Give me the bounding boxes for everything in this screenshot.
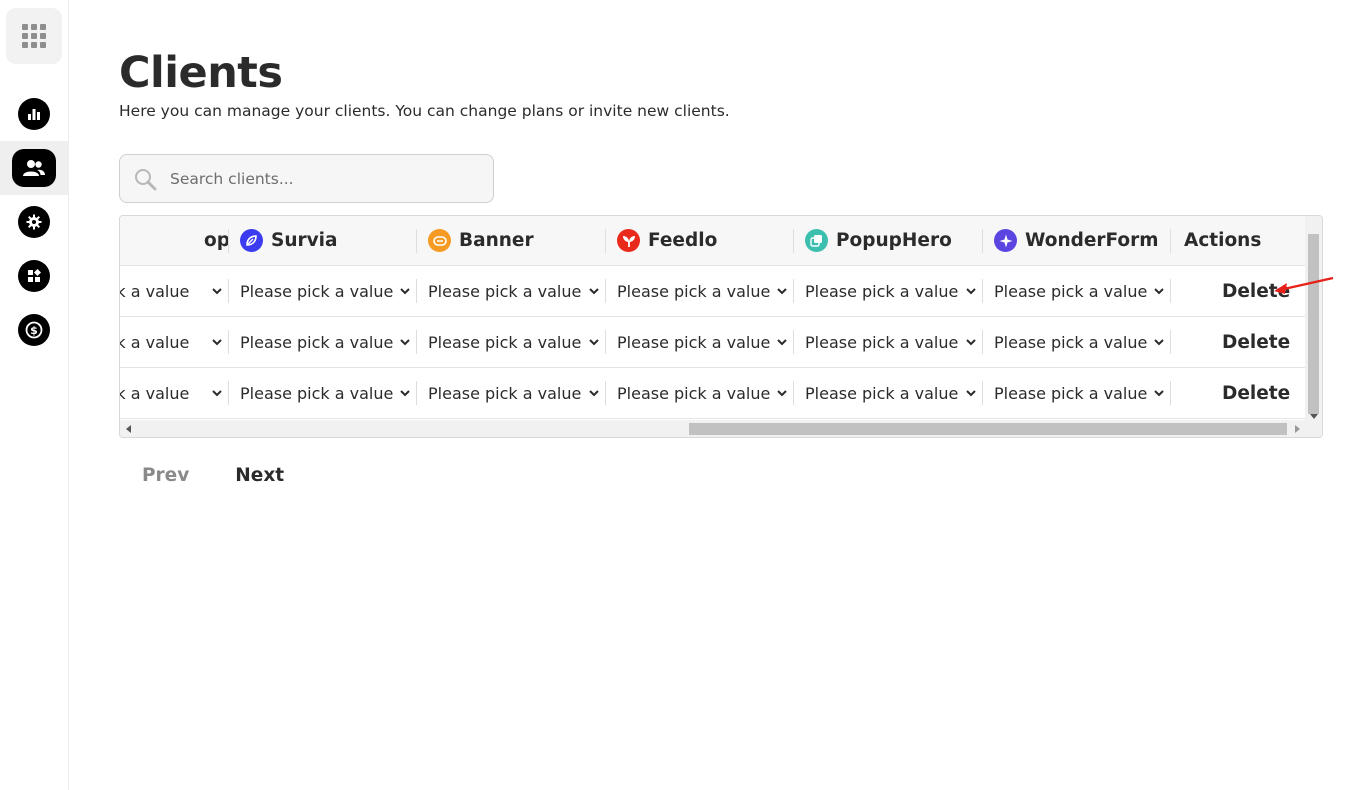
sidebar: $ <box>0 0 69 790</box>
pagination: Prev Next <box>119 458 307 492</box>
column-header-feedlo: Feedlo <box>605 216 793 265</box>
delete-button[interactable]: Delete <box>1222 383 1290 404</box>
chevron-down-icon <box>212 390 222 397</box>
chevron-down-icon <box>966 339 976 346</box>
column-header-label: Actions <box>1184 230 1262 251</box>
page-subtitle: Here you can manage your clients. You ca… <box>119 102 730 120</box>
column-header-label: Banner <box>459 230 534 251</box>
sidebar-item-clients[interactable] <box>0 141 68 195</box>
chevron-down-icon <box>589 390 599 397</box>
table-row: Please pick a value Please pick a value … <box>120 317 1307 368</box>
bar-chart-icon <box>18 98 50 130</box>
chevron-down-icon <box>966 390 976 397</box>
chevron-down-icon <box>400 390 410 397</box>
scroll-right-arrow-icon[interactable] <box>1295 425 1300 433</box>
chevron-down-icon <box>1154 390 1164 397</box>
sidebar-item-widgets[interactable] <box>0 249 68 303</box>
column-header-popuphero: PopupHero <box>793 216 982 265</box>
search-input[interactable] <box>170 155 485 202</box>
chevron-down-icon <box>777 390 787 397</box>
dollar-icon: $ <box>18 314 50 346</box>
chevron-down-icon <box>1154 288 1164 295</box>
vertical-scrollbar[interactable] <box>1305 216 1322 421</box>
plan-select-wonderform[interactable]: Please pick a value <box>982 266 1170 316</box>
plan-select-shop[interactable]: Please pick a value <box>120 317 228 367</box>
chevron-down-icon <box>1154 339 1164 346</box>
column-header-wonderform: WonderForm <box>982 216 1170 265</box>
plan-select-wonderform[interactable]: Please pick a value <box>982 368 1170 418</box>
column-header-label: PopupHero <box>836 230 952 251</box>
column-header-actions: Actions <box>1170 216 1307 265</box>
plan-select-survia[interactable]: Please pick a value <box>228 266 416 316</box>
plan-select-survia[interactable]: Please pick a value <box>228 317 416 367</box>
plan-select-feedlo[interactable]: Please pick a value <box>605 317 793 367</box>
layers-icon <box>805 229 828 252</box>
chevron-down-icon <box>777 288 787 295</box>
column-header-label: Feedlo <box>648 230 718 251</box>
plan-select-banner[interactable]: Please pick a value <box>416 317 605 367</box>
plan-select-shop[interactable]: Please pick a value <box>120 266 228 316</box>
sidebar-item-settings[interactable] <box>0 195 68 249</box>
column-header-survia: Survia <box>228 216 416 265</box>
scroll-down-arrow-icon[interactable] <box>1310 414 1318 419</box>
chevron-down-icon <box>966 288 976 295</box>
delete-button[interactable]: Delete <box>1222 332 1290 353</box>
column-header-label: Survia <box>271 230 338 251</box>
chevron-down-icon <box>400 288 410 295</box>
column-header-label: WonderForm <box>1025 230 1159 251</box>
prev-page-button[interactable]: Prev <box>119 458 212 492</box>
leaf-icon <box>240 229 263 252</box>
chevron-down-icon <box>589 339 599 346</box>
plan-select-popuphero[interactable]: Please pick a value <box>793 368 982 418</box>
table-row: Please pick a value Please pick a value … <box>120 368 1307 419</box>
clients-table: op Survia Banner Feedlo PopupHero Wonder… <box>119 215 1323 438</box>
plan-select-popuphero[interactable]: Please pick a value <box>793 266 982 316</box>
column-header-label: op <box>204 230 228 251</box>
search-box <box>119 154 494 203</box>
sidebar-item-analytics[interactable] <box>0 87 68 141</box>
next-page-button[interactable]: Next <box>212 458 307 492</box>
plan-select-banner[interactable]: Please pick a value <box>416 266 605 316</box>
horizontal-scrollbar-thumb[interactable] <box>689 423 1287 435</box>
chevron-down-icon <box>212 288 222 295</box>
plan-select-banner[interactable]: Please pick a value <box>416 368 605 418</box>
sidebar-item-billing[interactable]: $ <box>0 303 68 357</box>
plan-select-feedlo[interactable]: Please pick a value <box>605 368 793 418</box>
actions-cell: Delete <box>1170 368 1307 418</box>
sparkle-icon <box>994 229 1017 252</box>
plan-select-shop[interactable]: Please pick a value <box>120 368 228 418</box>
chevron-down-icon <box>589 288 599 295</box>
pill-icon <box>428 229 451 252</box>
scroll-left-arrow-icon[interactable] <box>126 425 131 433</box>
apps-button[interactable] <box>6 8 62 64</box>
actions-cell: Delete <box>1170 317 1307 367</box>
table-header-row: op Survia Banner Feedlo PopupHero Wonder… <box>120 216 1307 266</box>
apps-grid-icon <box>22 24 46 48</box>
users-icon <box>12 149 56 187</box>
column-header-shop: op <box>120 216 228 265</box>
table-row: Please pick a value Please pick a value … <box>120 266 1307 317</box>
horizontal-scrollbar[interactable] <box>120 420 1322 437</box>
chevron-down-icon <box>212 339 222 346</box>
gear-icon <box>18 206 50 238</box>
page-title: Clients <box>119 48 283 98</box>
search-icon <box>133 167 157 195</box>
sprout-icon <box>617 229 640 252</box>
plan-select-feedlo[interactable]: Please pick a value <box>605 266 793 316</box>
annotation-arrow-icon <box>1274 276 1334 294</box>
plan-select-popuphero[interactable]: Please pick a value <box>793 317 982 367</box>
column-header-banner: Banner <box>416 216 605 265</box>
chevron-down-icon <box>777 339 787 346</box>
widgets-icon <box>18 260 50 292</box>
plan-select-wonderform[interactable]: Please pick a value <box>982 317 1170 367</box>
chevron-down-icon <box>400 339 410 346</box>
vertical-scrollbar-thumb[interactable] <box>1308 234 1319 414</box>
plan-select-survia[interactable]: Please pick a value <box>228 368 416 418</box>
svg-text:$: $ <box>30 324 38 337</box>
